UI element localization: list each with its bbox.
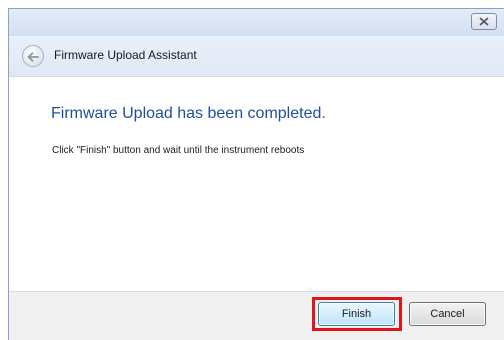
back-button[interactable] bbox=[22, 45, 44, 67]
wizard-header: Firmware Upload Assistant bbox=[9, 36, 504, 76]
completion-heading: Firmware Upload has been completed. bbox=[51, 105, 326, 122]
cancel-button[interactable]: Cancel bbox=[409, 302, 486, 326]
title-bar[interactable] bbox=[9, 9, 504, 36]
close-button[interactable] bbox=[471, 13, 497, 30]
wizard-title: Firmware Upload Assistant bbox=[54, 48, 197, 62]
wizard-content: Firmware Upload has been completed. Clic… bbox=[9, 76, 504, 292]
back-arrow-icon bbox=[27, 47, 39, 66]
instruction-text: Click "Finish" button and wait until the… bbox=[52, 145, 305, 156]
wizard-footer: Finish Cancel bbox=[9, 291, 504, 340]
wizard-window: Firmware Upload Assistant Firmware Uploa… bbox=[8, 8, 504, 340]
finish-button[interactable]: Finish bbox=[318, 302, 395, 326]
close-icon bbox=[479, 17, 489, 26]
